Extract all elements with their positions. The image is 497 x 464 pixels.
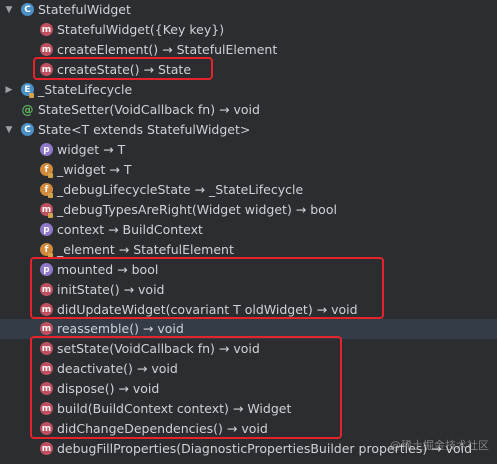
method-icon: m xyxy=(40,43,53,56)
structure-tree: ▼ C StatefulWidget m StatefulWidget({Key… xyxy=(0,0,497,464)
tree-item-statesetter[interactable]: @ StateSetter(VoidCallback fn) → void xyxy=(0,100,497,120)
expand-arrow-icon[interactable]: ▼ xyxy=(4,5,14,15)
expand-arrow-icon[interactable]: ▼ xyxy=(4,125,14,135)
private-lock-icon xyxy=(48,193,53,198)
property-icon: p xyxy=(40,223,53,236)
tree-item-statefulwidget-class[interactable]: ▼ C StatefulWidget xyxy=(0,0,497,20)
tree-item-label: State<T extends StatefulWidget> xyxy=(38,122,251,137)
highlight-box-createstate xyxy=(33,57,213,80)
tree-item-label: widget → T xyxy=(57,142,126,157)
tree-item-label: context → BuildContext xyxy=(57,222,203,237)
method-icon: m xyxy=(40,442,53,455)
highlight-box-init-lifecycle xyxy=(30,257,384,319)
tree-item-label: StateSetter(VoidCallback fn) → void xyxy=(38,102,260,117)
class-icon: C xyxy=(21,3,34,16)
tree-item-label: _element → StatefulElement xyxy=(57,242,234,257)
highlight-box-state-lifecycle xyxy=(30,336,342,439)
collapse-arrow-icon[interactable]: ▶ xyxy=(4,85,14,95)
tree-item-label: reassemble() → void xyxy=(57,321,184,336)
tree-item-debugtypesareright[interactable]: m _debugTypesAreRight(Widget widget) → b… xyxy=(0,200,497,220)
tree-item-statelifecycle-enum[interactable]: ▶ E _StateLifecycle xyxy=(0,80,497,100)
tree-item-label: _widget → T xyxy=(57,162,132,177)
private-lock-icon xyxy=(48,173,53,178)
tree-item-state-class[interactable]: ▼ C State<T extends StatefulWidget> xyxy=(0,120,497,140)
tree-item-label: StatefulWidget xyxy=(38,2,131,17)
method-icon: m xyxy=(40,23,53,36)
tree-item-statefulwidget-constructor[interactable]: m StatefulWidget({Key key}) xyxy=(0,20,497,40)
tree-item-label: createElement() → StatefulElement xyxy=(57,42,278,57)
property-icon: p xyxy=(40,143,53,156)
private-lock-icon xyxy=(48,213,53,218)
watermark: @稀土掘金技术社区 xyxy=(390,439,489,452)
class-icon: C xyxy=(21,123,34,136)
tree-item-private-widget[interactable]: f _widget → T xyxy=(0,160,497,180)
tree-item-label: _debugTypesAreRight(Widget widget) → boo… xyxy=(57,202,337,217)
tree-item-context[interactable]: p context → BuildContext xyxy=(0,220,497,240)
tree-item-label: _debugLifecycleState → _StateLifecycle xyxy=(57,182,304,197)
private-lock-icon xyxy=(29,93,34,98)
tree-item-label: StatefulWidget({Key key}) xyxy=(57,22,225,37)
tree-item-widget[interactable]: p widget → T xyxy=(0,140,497,160)
typedef-icon: @ xyxy=(21,102,34,117)
tree-item-label: _StateLifecycle xyxy=(38,82,133,97)
method-icon: m xyxy=(40,322,53,335)
tree-item-debuglifecyclestate[interactable]: f _debugLifecycleState → _StateLifecycle xyxy=(0,180,497,200)
